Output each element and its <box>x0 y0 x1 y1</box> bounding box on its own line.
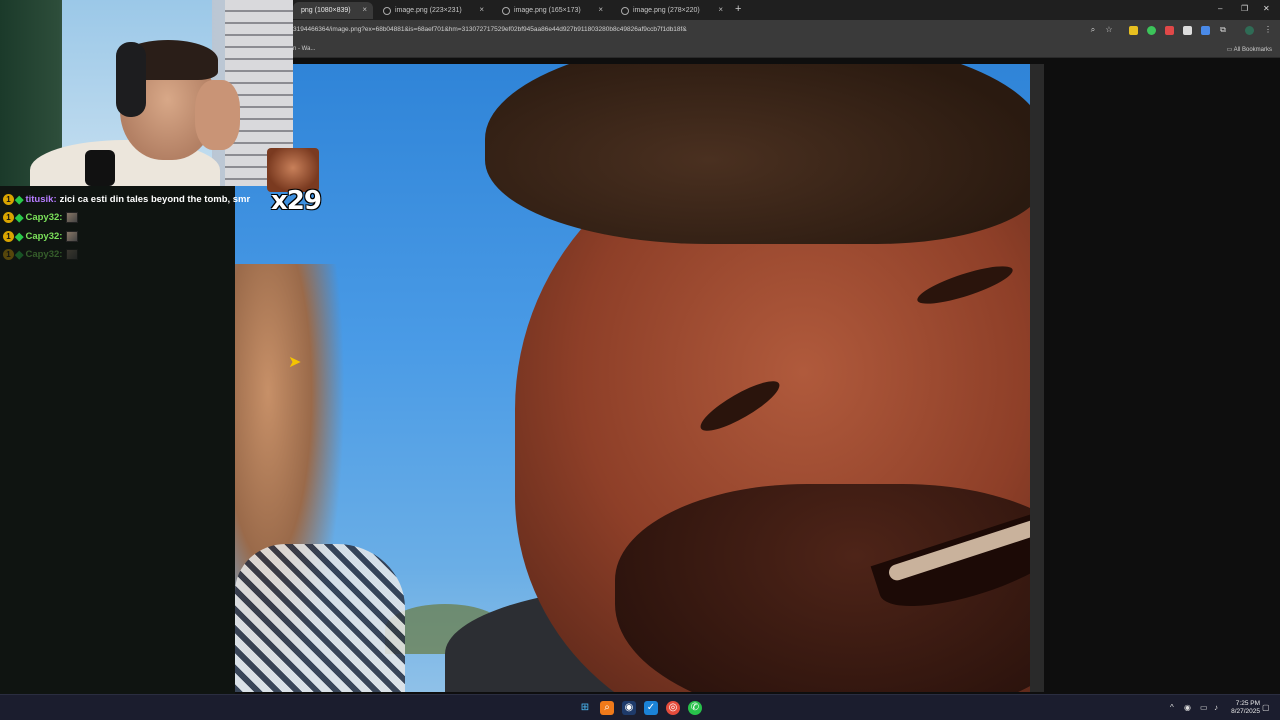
zoom-icon[interactable]: ⌕ <box>1088 25 1098 35</box>
clock-time: 7:25 PM <box>1235 700 1260 707</box>
all-bookmarks-button[interactable]: ▭ All Bookmarks <box>1227 46 1272 53</box>
gem-badge-icon: ◆ <box>15 211 24 224</box>
chat-message: 1 ◆ Capy32: <box>3 247 79 261</box>
chat-username: Capy32 <box>25 230 60 242</box>
menu-dots-icon[interactable]: ⋮ <box>1263 25 1273 35</box>
chat-username: Capy32 <box>25 248 60 260</box>
subscriber-badge-icon: 1 <box>3 248 14 260</box>
bookmark-star-icon[interactable]: ☆ <box>1104 25 1114 35</box>
tray-chevron-icon[interactable]: ^ <box>1170 703 1174 712</box>
viewer-scroll-edge <box>1030 64 1044 692</box>
chat-colon: : <box>59 248 63 260</box>
close-icon[interactable]: × <box>718 5 723 14</box>
chrome-icon[interactable]: ◎ <box>666 701 680 715</box>
chat-text: zici ca esti din tales beyond the tomb, … <box>59 193 251 205</box>
webcam-feed <box>0 0 293 186</box>
network-icon[interactable]: ▭ <box>1200 703 1208 712</box>
url-field[interactable]: 3194466364/image.png?ex=68b04881&is=68ae… <box>293 26 687 33</box>
taskbar: ⊞ ⌕ ◉ ✓ ◎ ✆ ^ ◉ ▭ ♪ 7:25 PM 8/27/2025 ▢ <box>0 694 1280 720</box>
folder-icon: ▭ <box>1226 47 1234 53</box>
new-tab-button[interactable]: + <box>735 3 741 15</box>
tab-label: png (1080×839) <box>301 7 351 14</box>
hand <box>195 80 240 150</box>
tab-image-1080[interactable]: png (1080×839) × <box>293 2 373 19</box>
chat-emote-icon <box>66 248 79 260</box>
bookmark-item[interactable]: n - Wa... <box>293 46 315 52</box>
hair <box>485 64 1030 244</box>
extension-icon[interactable] <box>1165 26 1174 35</box>
all-bookmarks-label: All Bookmarks <box>1233 47 1272 53</box>
close-window-button[interactable]: ✕ <box>1263 4 1270 13</box>
gem-badge-icon: ◆ <box>15 230 24 243</box>
search-icon[interactable]: ⌕ <box>600 701 614 715</box>
globe-icon <box>383 6 391 15</box>
subscriber-badge-icon: 1 <box>3 211 14 223</box>
chat-colon: : <box>59 230 63 242</box>
mouse-cursor-icon: ➤ <box>288 354 302 371</box>
chat-message: 1 ◆ Capy32: <box>3 210 79 224</box>
subscriber-badge-icon: 1 <box>3 230 14 242</box>
displayed-image[interactable] <box>235 64 1030 692</box>
restore-button[interactable]: ❐ <box>1241 4 1248 13</box>
whatsapp-icon[interactable]: ✆ <box>688 701 702 715</box>
extension-icon[interactable] <box>1201 26 1210 35</box>
patterned-shirt <box>235 544 405 692</box>
chat-emote-icon <box>66 230 79 242</box>
clock-date: 8/27/2025 <box>1231 708 1260 715</box>
globe-icon <box>621 6 629 15</box>
chat-message: 1 ◆ Capy32: <box>3 229 79 243</box>
emote-combo-count: x29 <box>271 186 322 216</box>
volume-icon[interactable]: ♪ <box>1214 703 1218 712</box>
chat-emote-icon <box>66 211 79 223</box>
chat-colon: : <box>59 211 63 223</box>
steam-icon[interactable]: ◉ <box>622 701 636 715</box>
taskbar-clock[interactable]: 7:25 PM 8/27/2025 <box>1231 700 1260 716</box>
chat-username: Capy32 <box>25 211 60 223</box>
subscriber-badge-icon: 1 <box>3 193 14 205</box>
tab-image-278[interactable]: image.png (278×220) × <box>613 2 729 19</box>
close-icon[interactable]: × <box>362 5 367 14</box>
tab-label: image.png (278×220) <box>633 7 700 14</box>
extension-icon[interactable] <box>1183 26 1192 35</box>
tab-image-165[interactable]: image.png (165×173) × <box>494 2 609 19</box>
chat-colon: : <box>53 193 57 205</box>
tab-image-223[interactable]: image.png (223×231) × <box>375 2 490 19</box>
tab-label: image.png (165×173) <box>514 7 581 14</box>
close-icon[interactable]: × <box>598 5 603 14</box>
gem-badge-icon: ◆ <box>15 248 24 261</box>
windows-start-icon[interactable]: ⊞ <box>578 701 592 715</box>
vscode-icon[interactable]: ✓ <box>644 701 658 715</box>
globe-icon <box>502 6 510 15</box>
close-icon[interactable]: × <box>479 5 484 14</box>
notification-icon[interactable]: ▢ <box>1262 703 1270 712</box>
screen: png (1080×839) × image.png (223×231) × i… <box>0 0 1280 720</box>
extension-icon[interactable] <box>1147 26 1156 35</box>
chat-overlay: 1 ◆ titusik: zici ca esti din tales beyo… <box>0 186 250 694</box>
extension-icon[interactable] <box>1129 26 1138 35</box>
microphone-icon <box>85 150 115 186</box>
chat-username: titusik <box>25 193 54 205</box>
steam-tray-icon[interactable]: ◉ <box>1184 703 1191 712</box>
tab-label: image.png (223×231) <box>395 7 462 14</box>
profile-avatar-icon[interactable] <box>1245 26 1254 35</box>
headphones-icon <box>116 42 146 117</box>
extensions-puzzle-icon[interactable]: ⧉ <box>1218 25 1228 35</box>
minimize-button[interactable]: – <box>1218 4 1222 13</box>
chat-message: 1 ◆ titusik: zici ca esti din tales beyo… <box>3 192 250 206</box>
gem-badge-icon: ◆ <box>15 193 24 206</box>
